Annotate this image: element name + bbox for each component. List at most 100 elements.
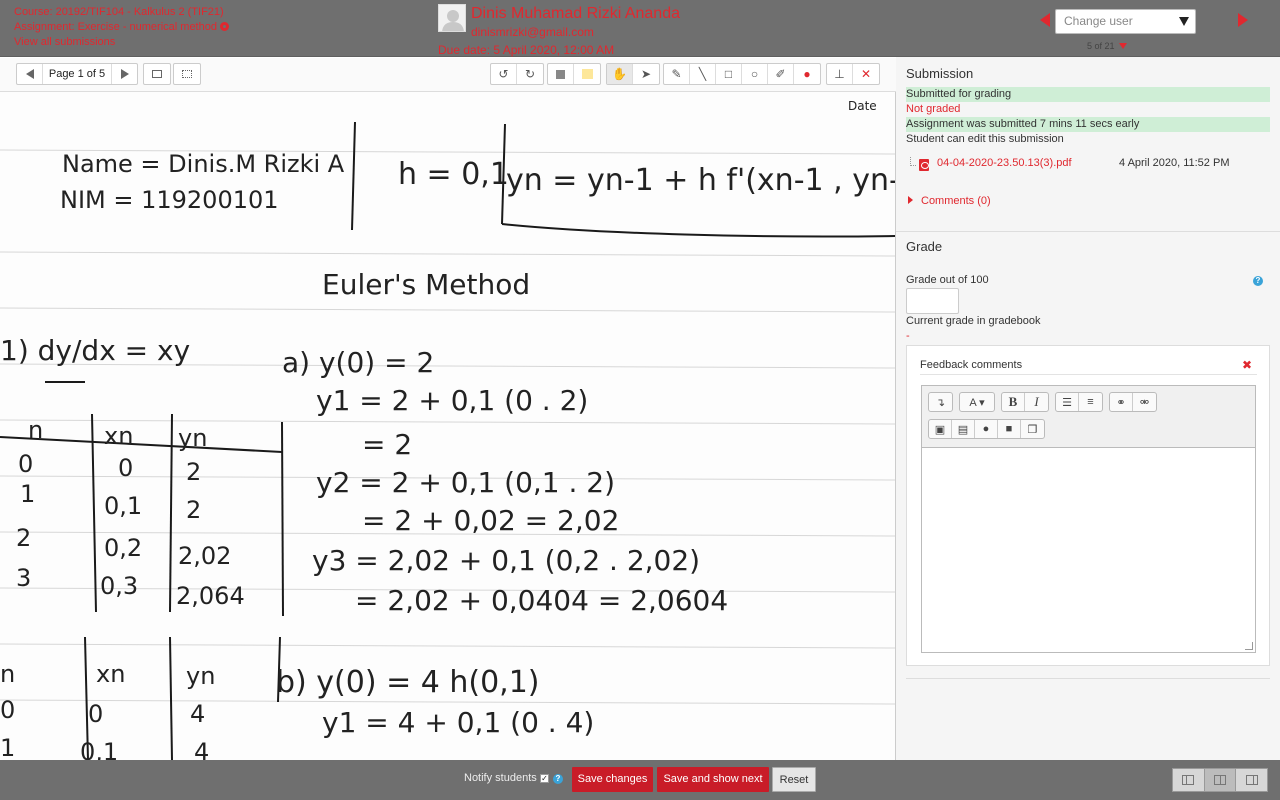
table1-cell: 2,02 (178, 542, 231, 570)
reset-button[interactable]: Reset (772, 767, 816, 792)
italic-icon[interactable]: I (1025, 393, 1048, 411)
gradebook-value: - (906, 330, 910, 342)
doc-y1-line: y1 = 2 + 0,1 (0 . 2) (316, 384, 588, 417)
comment-group (547, 63, 601, 85)
resize-handle-icon[interactable] (1245, 642, 1253, 650)
document-viewer[interactable]: Date Name = Dinis.M Rizki A NIM = 119200… (0, 92, 896, 760)
collapse-grade-icon (1245, 775, 1258, 785)
help-icon[interactable]: ? (553, 774, 563, 784)
link-icon[interactable]: ⚭ (1110, 393, 1133, 411)
grading-panel: Submission Submitted for grading Not gra… (896, 57, 1280, 760)
previous-page-button[interactable] (17, 64, 43, 84)
course-link[interactable]: Course: 20192/TIF104 - Kalkulus 2 (TIF21… (14, 5, 229, 20)
help-icon[interactable]: ? (1253, 276, 1263, 286)
assignment-link[interactable]: Assignment: Exercise - numerical method (14, 20, 229, 35)
user-count-label: 5 of 21 (1087, 41, 1115, 51)
unordered-list-icon[interactable]: ☰ (1056, 393, 1079, 411)
media-icon[interactable]: ▤ (952, 420, 975, 438)
grading-footer: Notify students ✓ ? Save changes Save an… (0, 760, 1280, 800)
table1-cell: 0 (18, 450, 33, 478)
collapse-icon[interactable]: ✖ (1242, 359, 1252, 371)
comments-toggle[interactable]: Comments (0) (908, 195, 991, 207)
table2-cell: 0,1 (80, 738, 118, 760)
doc-problem-1: 1) dy/dx = xy (0, 334, 190, 367)
doc-part-b: b) y(0) = 4 h(0,1) (276, 665, 540, 700)
editor-toolbar-row-1: ↴ A ▾ B I ☰ ≡ ⚭ ⚮ (928, 392, 1157, 412)
view-all-submissions-link[interactable]: View all submissions (14, 35, 229, 50)
save-changes-button[interactable]: Save changes (572, 767, 653, 792)
drawing-tools-group: ✎ ╲ □ ○ ✐ ● (663, 63, 821, 85)
video-icon[interactable]: ■ (998, 420, 1021, 438)
paragraph-style-icon[interactable]: A ▾ (960, 393, 994, 411)
table1-cell: 2 (186, 458, 201, 486)
next-user-icon[interactable] (1238, 13, 1248, 27)
rotate-left-icon[interactable]: ↺ (491, 64, 517, 84)
search-comments-button[interactable] (143, 63, 171, 85)
line-icon[interactable]: ╲ (690, 64, 716, 84)
page-select[interactable]: Page 1 of 5 (43, 68, 111, 80)
color-drop-icon[interactable]: ● (794, 64, 820, 84)
color-swatch-icon[interactable] (574, 64, 600, 84)
expand-button[interactable] (173, 63, 201, 85)
filter-icon[interactable] (1118, 43, 1127, 49)
table1-cell: 1 (20, 480, 35, 508)
next-page-button[interactable] (111, 64, 137, 84)
toolbar-toggle-icon[interactable]: ↴ (929, 393, 952, 411)
highlighter-icon[interactable]: ✐ (768, 64, 794, 84)
expand-icon (174, 64, 200, 84)
microphone-icon[interactable]: ● (975, 420, 998, 438)
table1-cell: 2,064 (176, 582, 245, 610)
submission-file-link[interactable]: 04-04-2020-23.50.13(3).pdf (937, 157, 1072, 169)
table1-cell: 0,1 (104, 492, 142, 520)
table2-cell: 4 (194, 738, 209, 760)
submission-title: Submission (906, 66, 974, 81)
layout-collapse-grade-button[interactable] (1236, 769, 1268, 791)
pan-hand-icon[interactable]: ✋ (607, 64, 633, 84)
annotation-toolbar: Page 1 of 5 ↺ ↻ ✋ ➤ ✎ ╲ □ ○ ✐ ● ⊥ ✕ (0, 58, 896, 92)
layout-collapse-review-button[interactable] (1173, 769, 1205, 791)
student-info: Dinis Muhamad Rizki Ananda dinismrizki@g… (471, 4, 680, 40)
pen-icon[interactable]: ✎ (664, 64, 690, 84)
feedback-text-area[interactable] (922, 447, 1255, 652)
select-arrow-icon[interactable]: ➤ (633, 64, 659, 84)
due-date: Due date: 5 April 2020, 12:00 AM (438, 43, 615, 57)
divider (896, 231, 1280, 232)
grade-input[interactable] (906, 288, 959, 314)
next-page-icon (120, 69, 129, 79)
gradebook-label: Current grade in gradebook (906, 315, 1041, 327)
page-navigation: Page 1 of 5 (16, 63, 138, 85)
image-icon[interactable]: ▣ (929, 420, 952, 438)
student-name[interactable]: Dinis Muhamad Rizki Ananda (471, 4, 680, 24)
save-and-show-next-button[interactable]: Save and show next (657, 767, 769, 792)
grade-label: Grade out of 100 (906, 274, 989, 286)
table2-cell: 1 (0, 734, 15, 760)
table2-header-n: n (0, 660, 15, 688)
delete-icon[interactable]: ✕ (853, 64, 879, 84)
user-placeholder-icon (439, 5, 465, 31)
comment-icon[interactable] (548, 64, 574, 84)
student-email[interactable]: dinismrizki@gmail.com (471, 24, 680, 40)
unlink-icon[interactable]: ⚮ (1133, 393, 1156, 411)
page-date-label: Date (848, 99, 877, 113)
table1-cell: 0,3 (100, 572, 138, 600)
stamp-icon[interactable]: ⊥ (827, 64, 853, 84)
rotate-right-icon[interactable]: ↻ (517, 64, 543, 84)
notify-students-checkbox[interactable]: ✓ (540, 774, 549, 783)
bold-icon[interactable]: B (1002, 393, 1025, 411)
editor-toolbar-row-2: ▣ ▤ ● ■ ❐ (928, 419, 1045, 439)
ordered-list-icon[interactable]: ≡ (1079, 393, 1102, 411)
feedback-editor: ↴ A ▾ B I ☰ ≡ ⚭ ⚮ ▣ ▤ ● ■ ❐ (921, 385, 1256, 653)
gear-icon[interactable] (219, 22, 229, 31)
tree-line (910, 157, 916, 166)
change-user-select[interactable]: Change user (1055, 9, 1196, 34)
doc-name-line: Name = Dinis.M Rizki A (62, 150, 345, 178)
previous-page-icon (25, 69, 34, 79)
manage-files-icon[interactable]: ❐ (1021, 420, 1044, 438)
layout-default-button[interactable] (1204, 769, 1237, 791)
rectangle-icon[interactable]: □ (716, 64, 742, 84)
search-comments-icon (144, 64, 170, 84)
timing-status: Assignment was submitted 7 mins 11 secs … (906, 117, 1270, 132)
previous-user-icon[interactable] (1040, 13, 1050, 27)
user-count: 5 of 21 (1087, 41, 1127, 51)
oval-icon[interactable]: ○ (742, 64, 768, 84)
